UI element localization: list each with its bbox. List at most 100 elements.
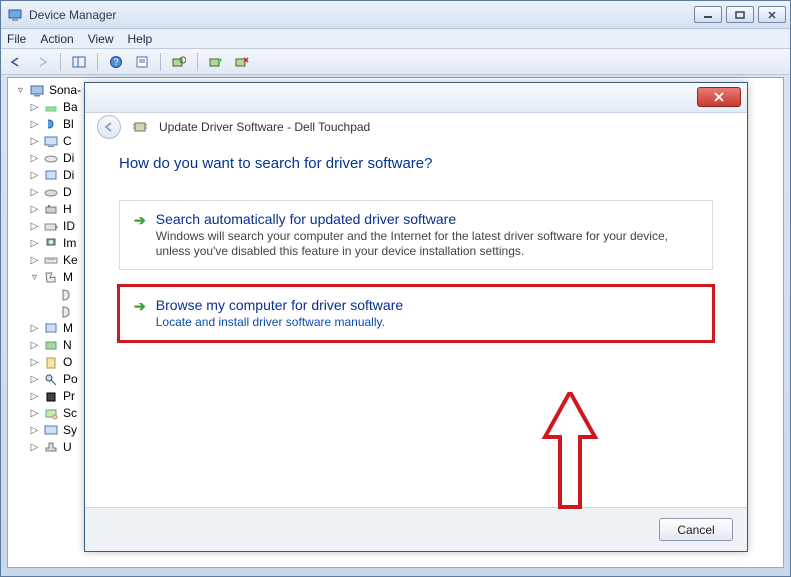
option-browse-title: Browse my computer for driver software <box>156 297 403 313</box>
device-category-icon <box>43 390 59 404</box>
dm-menubar: File Action View Help <box>1 29 790 49</box>
scan-hardware-icon[interactable] <box>168 52 190 72</box>
expand-icon[interactable]: ▷ <box>30 116 39 133</box>
device-category-icon <box>43 322 59 336</box>
expand-icon[interactable]: ▷ <box>30 99 39 116</box>
help-icon[interactable]: ? <box>105 52 127 72</box>
expand-icon[interactable]: ▷ <box>30 150 39 167</box>
dialog-close-button[interactable] <box>697 87 741 107</box>
mouse-icon <box>58 305 74 319</box>
tree-item-label: Pr <box>63 388 75 405</box>
dm-title: Device Manager <box>29 8 694 22</box>
maximize-button[interactable] <box>726 6 754 23</box>
wizard-question: How do you want to search for driver sof… <box>119 155 713 172</box>
tree-item-label: Im <box>63 235 76 252</box>
expand-icon[interactable]: ▷ <box>30 354 39 371</box>
cancel-button[interactable]: Cancel <box>659 518 733 541</box>
toolbar-sep <box>97 53 98 71</box>
dialog-back-button[interactable] <box>97 115 121 139</box>
menu-help[interactable]: Help <box>128 32 153 46</box>
collapse-icon[interactable]: ▿ <box>16 82 25 99</box>
dm-titlebar: Device Manager <box>1 1 790 29</box>
expand-icon[interactable]: ▷ <box>30 320 39 337</box>
forward-icon[interactable] <box>31 52 53 72</box>
chip-icon <box>131 120 149 134</box>
toolbar-sep <box>160 53 161 71</box>
option-search-auto[interactable]: ➔ Search automatically for updated drive… <box>119 200 713 270</box>
device-category-icon <box>43 186 59 200</box>
expand-icon[interactable]: ▷ <box>30 371 39 388</box>
update-driver-dialog: Update Driver Software - Dell Touchpad H… <box>84 82 748 552</box>
device-category-icon <box>43 373 59 387</box>
expand-icon[interactable]: ▷ <box>30 235 39 252</box>
device-category-icon <box>43 101 59 115</box>
device-category-icon <box>43 220 59 234</box>
expand-icon[interactable]: ▷ <box>30 405 39 422</box>
device-category-icon <box>43 339 59 353</box>
menu-view[interactable]: View <box>88 32 114 46</box>
device-category-icon <box>43 407 59 421</box>
expand-icon[interactable]: ▷ <box>30 133 39 150</box>
tree-item-label: Po <box>63 371 78 388</box>
toolbar-sep <box>60 53 61 71</box>
svg-text:?: ? <box>113 57 118 67</box>
tree-item-label: Ke <box>63 252 78 269</box>
menu-file[interactable]: File <box>7 32 26 46</box>
tree-item-label: Sy <box>63 422 77 439</box>
dialog-footer: Cancel <box>85 507 747 551</box>
tree-item-label: Bl <box>63 116 74 133</box>
tree-item-label: ID <box>63 218 75 235</box>
tree-item-label: Di <box>63 150 74 167</box>
show-hide-console-icon[interactable] <box>68 52 90 72</box>
option-auto-sub: Windows will search your computer and th… <box>156 229 700 259</box>
tree-item-label: Ba <box>63 99 78 116</box>
update-driver-icon[interactable] <box>205 52 227 72</box>
expand-icon[interactable]: ▷ <box>30 252 39 269</box>
option-browse-computer[interactable]: ➔ Browse my computer for driver software… <box>119 286 713 341</box>
dialog-titlebar <box>85 83 747 113</box>
device-category-icon <box>43 254 59 268</box>
dialog-body: How do you want to search for driver sof… <box>85 141 747 341</box>
option-browse-sub: Locate and install driver software manua… <box>156 315 403 330</box>
dm-toolbar: ? <box>1 49 790 75</box>
device-category-icon <box>43 169 59 183</box>
device-manager-icon <box>7 7 23 23</box>
computer-icon <box>29 84 45 98</box>
expand-icon[interactable]: ▷ <box>30 184 39 201</box>
tree-item-label: U <box>63 439 72 456</box>
close-button[interactable] <box>758 6 786 23</box>
tree-item-label: O <box>63 354 72 371</box>
minimize-button[interactable] <box>694 6 722 23</box>
tree-item-label: N <box>63 337 72 354</box>
toolbar-sep <box>197 53 198 71</box>
uninstall-icon[interactable] <box>231 52 253 72</box>
tree-item-label: D <box>63 184 72 201</box>
tree-item-label: H <box>63 201 72 218</box>
properties-icon[interactable] <box>131 52 153 72</box>
device-category-icon <box>43 237 59 251</box>
device-category-icon <box>43 356 59 370</box>
expand-icon[interactable]: ▷ <box>30 388 39 405</box>
back-icon[interactable] <box>5 52 27 72</box>
tree-item-label: C <box>63 133 72 150</box>
expand-icon[interactable]: ▷ <box>30 422 39 439</box>
option-auto-title: Search automatically for updated driver … <box>156 211 700 227</box>
tree-root-label: Sona- <box>49 82 81 99</box>
expand-icon[interactable]: ▿ <box>30 269 39 286</box>
tree-item-label: M <box>63 320 73 337</box>
device-category-icon <box>43 424 59 438</box>
expand-icon[interactable]: ▷ <box>30 167 39 184</box>
mouse-icon <box>58 288 74 302</box>
expand-icon[interactable]: ▷ <box>30 218 39 235</box>
device-category-icon <box>43 203 59 217</box>
arrow-right-icon: ➔ <box>134 212 146 259</box>
device-category-icon <box>43 118 59 132</box>
device-category-icon <box>43 271 59 285</box>
expand-icon[interactable]: ▷ <box>30 439 39 456</box>
expand-icon[interactable]: ▷ <box>30 337 39 354</box>
menu-action[interactable]: Action <box>40 32 73 46</box>
expand-icon[interactable]: ▷ <box>30 201 39 218</box>
window-buttons <box>694 6 786 23</box>
tree-item-label: M <box>63 269 73 286</box>
dialog-header-text: Update Driver Software - Dell Touchpad <box>159 120 370 134</box>
